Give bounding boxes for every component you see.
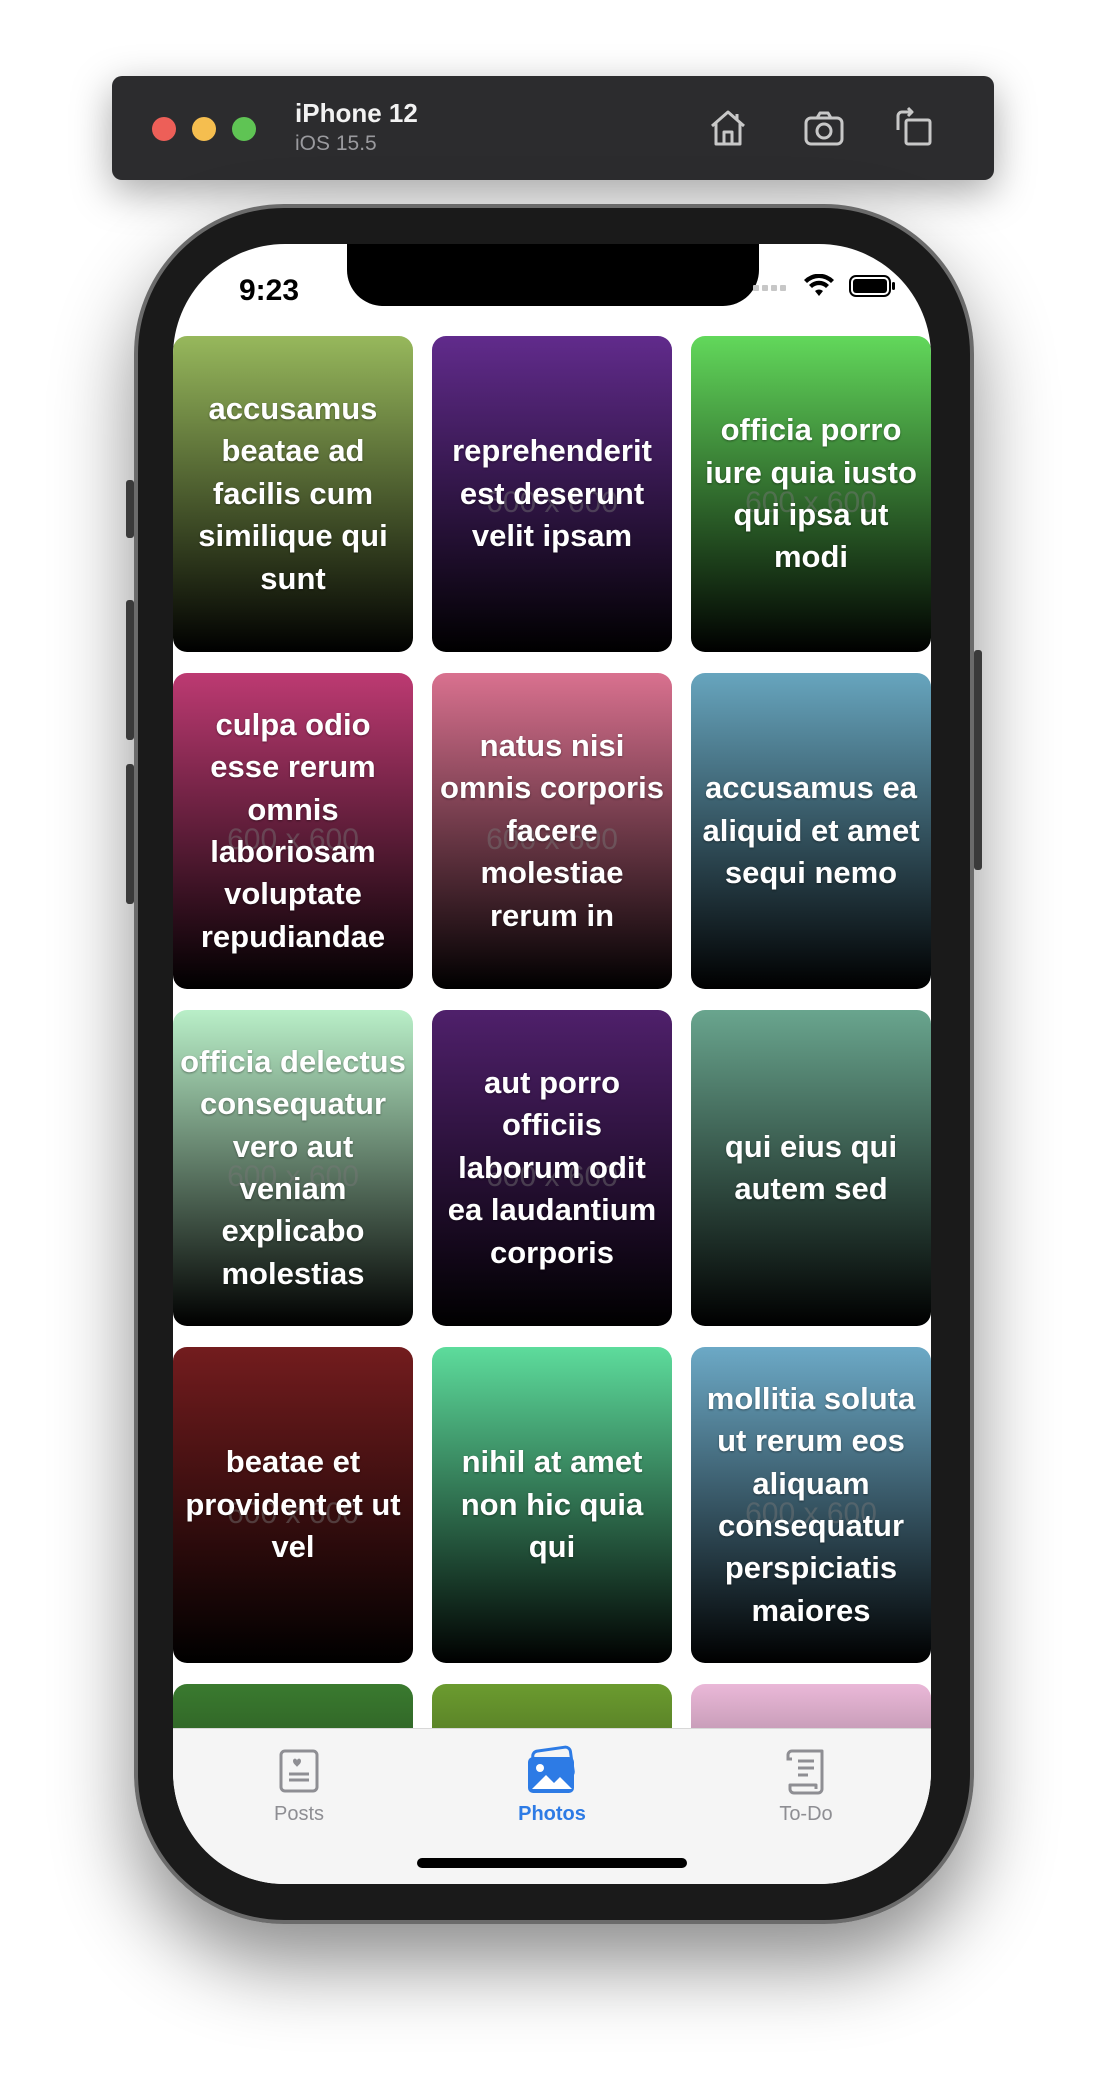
photo-caption: mollitia soluta ut rerum eos aliquam con… (706, 1380, 916, 1628)
photo-card[interactable]: nihil at amet non hic quia qui (432, 1347, 672, 1663)
close-window-button[interactable] (152, 117, 176, 141)
photo-grid[interactable]: accusamus beatae ad facilis cum similiqu… (173, 336, 931, 1728)
simulator-title-bar: iPhone 12 iOS 15.5 (112, 76, 994, 180)
photo-card[interactable]: accusamus beatae ad facilis cum similiqu… (173, 336, 413, 652)
photo-card[interactable]: 600 x 600 mollitia soluta ut rerum eos al… (691, 1347, 931, 1663)
photo-caption: culpa odio esse rerum omnis laboriosam v… (200, 706, 386, 954)
status-icons (753, 274, 897, 298)
screenshot-icon[interactable] (800, 104, 848, 152)
photo-caption: qui eius qui autem sed (724, 1128, 898, 1206)
photo-caption: accusamus beatae ad facilis cum similiqu… (198, 390, 388, 596)
photo-card[interactable] (691, 1684, 931, 1728)
tab-posts[interactable]: Posts (219, 1743, 379, 1826)
tab-todo-label: To-Do (779, 1803, 833, 1825)
os-version: iOS 15.5 (295, 132, 377, 155)
photo-caption: officia delectus consequatur vero aut ve… (180, 1043, 406, 1291)
photo-caption: aut porro officiis laborum odit ea lauda… (447, 1064, 657, 1270)
photo-caption: beatae et provident et ut vel (185, 1444, 401, 1565)
tab-posts-label: Posts (273, 1803, 325, 1825)
photos-icon (528, 1745, 575, 1793)
volume-down-button[interactable] (126, 764, 134, 904)
photo-card[interactable]: 600 x 600 aut porro officiis laborum odit… (432, 1010, 672, 1326)
device-screen: 9:23 accusamus beatae ad facilis cum sim… (173, 244, 931, 1884)
photo-card[interactable]: accusamus ea aliquid et amet sequi nemo (691, 673, 931, 989)
photo-card[interactable]: 600 x 600 officia delectus consequatur ve… (173, 1010, 413, 1326)
tab-photos[interactable]: Photos (472, 1743, 632, 1826)
wifi-icon (804, 274, 834, 296)
power-button[interactable] (974, 650, 982, 870)
rotate-icon[interactable] (890, 104, 938, 152)
photo-caption: officia porro iure quia iusto qui ipsa u… (705, 412, 917, 575)
tab-photos-label: Photos (518, 1803, 586, 1825)
notch (347, 244, 759, 306)
home-icon[interactable] (704, 104, 752, 152)
photo-card[interactable] (432, 1684, 672, 1728)
photo-caption: nihil at amet non hic quia qui (460, 1444, 644, 1565)
volume-up-button[interactable] (126, 600, 134, 740)
photo-card[interactable]: 600 x 600 reprehenderit est deserunt veli… (432, 336, 672, 652)
home-indicator (417, 1858, 687, 1868)
zoom-window-button[interactable] (232, 117, 256, 141)
todo-icon (786, 1749, 824, 1795)
cellular-icon (753, 285, 786, 291)
tab-todo[interactable]: To-Do (726, 1743, 886, 1826)
photo-card[interactable]: 600 x 600 culpa odio esse rerum omnis lab… (173, 673, 413, 989)
photo-card[interactable]: 600 x 600 beatae et provident et ut vel (173, 1347, 413, 1663)
battery-icon (849, 275, 895, 297)
photo-card[interactable] (173, 1684, 413, 1728)
minimize-window-button[interactable] (192, 117, 216, 141)
photo-card[interactable]: 600 x 600 natus nisi omnis corporis facer… (432, 673, 672, 989)
mute-switch[interactable] (126, 480, 134, 538)
photo-card[interactable]: 600 x 600 officia porro iure quia iusto q… (691, 336, 931, 652)
photo-card[interactable]: qui eius qui autem sed (691, 1010, 931, 1326)
device-name: iPhone 12 (295, 98, 418, 128)
posts-icon (279, 1749, 319, 1793)
photo-caption: accusamus ea aliquid et amet sequi nemo (702, 770, 920, 891)
photo-caption: natus nisi omnis corporis facere molesti… (440, 727, 664, 933)
photo-caption: reprehenderit est deserunt velit ipsam (452, 433, 652, 554)
status-time: 9:23 (239, 274, 300, 307)
